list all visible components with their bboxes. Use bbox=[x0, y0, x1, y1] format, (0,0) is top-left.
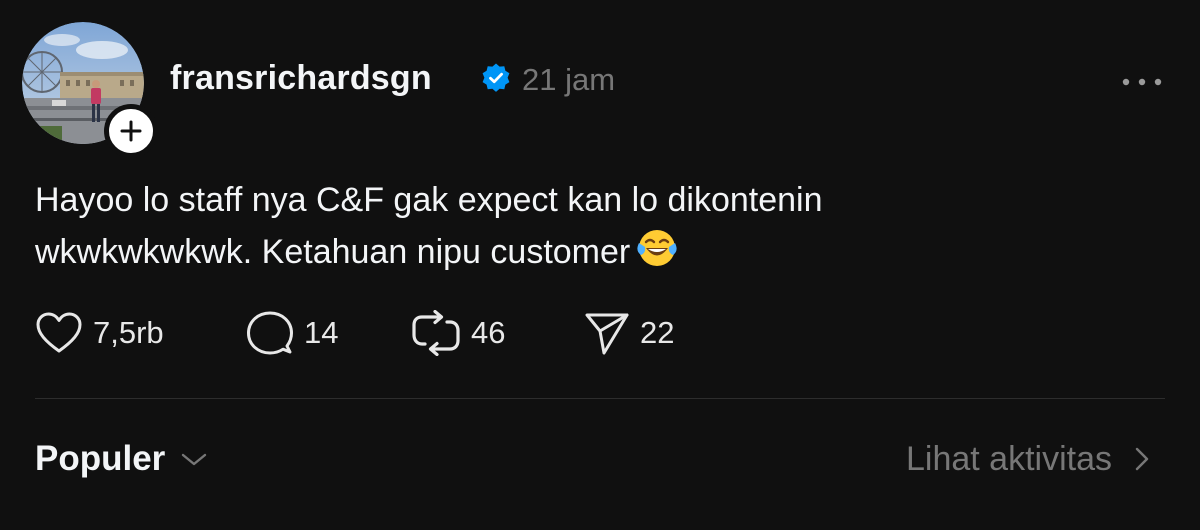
heart-icon bbox=[36, 312, 82, 353]
reply-count: 14 bbox=[304, 315, 339, 350]
view-activity-link[interactable]: Lihat aktivitas bbox=[906, 436, 1152, 482]
username-link[interactable]: fransrichardsgn bbox=[170, 56, 432, 100]
face-with-tears-of-joy-icon bbox=[637, 230, 677, 266]
sort-label: Populer bbox=[35, 439, 166, 478]
share-button[interactable]: 22 bbox=[584, 310, 674, 356]
avatar-container[interactable] bbox=[22, 22, 158, 158]
verified-badge-icon bbox=[482, 63, 510, 92]
like-count: 7,5rb bbox=[93, 315, 164, 350]
post-timestamp: 21 jam bbox=[522, 62, 616, 97]
follow-button[interactable] bbox=[104, 104, 158, 158]
repost-icon bbox=[412, 310, 460, 356]
plus-icon bbox=[120, 120, 142, 142]
more-options-icon[interactable] bbox=[1118, 72, 1166, 92]
post-text-line-1: Hayoo lo staff nya C&F gak expect kan lo… bbox=[35, 181, 823, 219]
activity-label: Lihat aktivitas bbox=[906, 440, 1112, 478]
post-text-line-2: wkwkwkwkwk. Ketahuan nipu customer bbox=[35, 233, 631, 271]
share-count: 22 bbox=[640, 315, 675, 350]
repost-button[interactable]: 46 bbox=[411, 310, 505, 356]
chevron-down-icon bbox=[182, 453, 207, 466]
repost-count: 46 bbox=[471, 315, 506, 350]
chevron-right-icon bbox=[1135, 447, 1149, 471]
reply-button[interactable]: 14 bbox=[246, 310, 338, 356]
post-body: Hayoo lo staff nya C&F gak expect kan lo… bbox=[35, 174, 1155, 278]
like-button[interactable]: 7,5rb bbox=[35, 310, 164, 356]
send-icon bbox=[585, 313, 629, 355]
post-text-line-2-wrap: wkwkwkwkwk. Ketahuan nipu customer bbox=[35, 226, 1155, 278]
comment-icon bbox=[247, 311, 293, 355]
section-divider bbox=[35, 398, 1165, 399]
sort-dropdown[interactable]: Populer bbox=[35, 436, 209, 482]
